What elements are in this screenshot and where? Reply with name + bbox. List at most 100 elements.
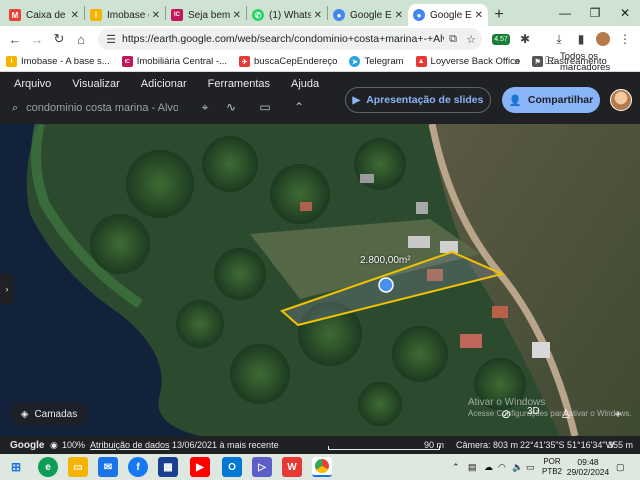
tab-google-earth[interactable]: ● Google Ea ✕ (328, 4, 408, 26)
close-icon[interactable]: ✕ (395, 10, 403, 21)
store-icon[interactable]: ▦ (158, 457, 178, 477)
ruler-icon[interactable]: ▭ (256, 98, 274, 116)
3d-toggle[interactable]: 3D (527, 406, 540, 417)
notifications-icon[interactable]: ▢ (616, 454, 625, 480)
profile-avatar[interactable] (592, 28, 614, 50)
restore-icon[interactable]: ❐ (580, 0, 610, 26)
expand-panel-icon[interactable]: › (0, 274, 14, 304)
browser-menu-icon[interactable]: ⋮ (614, 28, 636, 50)
tab-label: Google Ea (430, 9, 472, 21)
area-measurement-label: 2.800,00m² (360, 255, 411, 266)
bookmark-star-icon[interactable]: ☆ (462, 30, 480, 48)
install-app-icon[interactable]: ⧉ (444, 30, 462, 48)
path-tool-icon[interactable]: ∿ (222, 98, 240, 116)
all-bookmarks-button[interactable]: 🗀 Todos os marcadores (545, 51, 640, 73)
back-arrow-icon[interactable]: ← (4, 28, 26, 50)
google-logo: Google (10, 439, 45, 451)
forward-arrow-icon[interactable]: → (26, 28, 48, 50)
url-text: https://earth.google.com/web/search/cond… (122, 33, 444, 45)
reload-icon[interactable]: ↻ (48, 28, 70, 50)
globe-icon: ◉ (50, 439, 58, 450)
zoom-in-icon[interactable]: + (608, 404, 628, 424)
bookmarks-more-icon[interactable]: » (514, 52, 520, 72)
network-icon[interactable]: ▤ (468, 454, 477, 480)
tray-chevron-icon[interactable]: ⌃ (452, 454, 460, 480)
volume-icon[interactable]: 🔈 (512, 454, 523, 480)
download-icon[interactable]: ⤓ (548, 28, 570, 50)
extensions-icon[interactable]: ✱ (514, 28, 536, 50)
address-bar[interactable]: ☰ https://earth.google.com/web/search/co… (98, 28, 482, 50)
tab-label: Imobase o (107, 9, 149, 21)
window-close-icon[interactable]: ✕ (610, 0, 640, 26)
bookmarks-bar: i Imobase - A base s... IC Imobiliária C… (0, 51, 640, 73)
edge-icon[interactable]: e (38, 457, 58, 477)
map-view[interactable]: 2.800,00m² › ◈ Camadas Ativar o Windows … (0, 124, 640, 436)
file-explorer-icon[interactable]: ▭ (68, 457, 88, 477)
slideshow-button[interactable]: ▶ Apresentação de slides (345, 87, 491, 113)
location-pin-icon[interactable]: ⌖ (196, 98, 214, 116)
close-icon[interactable]: ✕ (475, 10, 483, 21)
menu-visualizar[interactable]: Visualizar (72, 78, 120, 90)
media-player-icon[interactable]: ▷ (252, 457, 272, 477)
bookmark-telegram[interactable]: ➤ Telegram (349, 56, 404, 67)
new-tab-button[interactable]: + (488, 4, 510, 26)
tab-imobase[interactable]: i Imobase o ✕ (85, 4, 165, 26)
scale-label: 90 m (424, 440, 445, 450)
menu-ferramentas[interactable]: Ferramentas (208, 78, 270, 90)
tab-label: Seja bem (188, 9, 230, 21)
extension-badge-icon[interactable]: 4.57 (490, 28, 512, 50)
tab-gmail[interactable]: M Caixa de e ✕ (4, 4, 84, 26)
bookmark-busca-cep[interactable]: ✈ buscaCepEndereço (239, 56, 337, 67)
menu-adicionar[interactable]: Adicionar (141, 78, 187, 90)
tab-imobiliaria[interactable]: IC Seja bem ✕ (166, 4, 246, 26)
youtube-icon[interactable]: ▶ (190, 457, 210, 477)
minimize-icon[interactable]: — (550, 0, 580, 26)
tab-label: (1) Whatsa (269, 9, 311, 21)
wifi-icon[interactable]: ◠ (498, 454, 506, 480)
tab-whatsapp[interactable]: ✆ (1) Whatsa ✕ (247, 4, 327, 26)
cloud-icon[interactable]: ☁ (484, 454, 493, 480)
busca-cep-icon: ✈ (239, 56, 250, 67)
location-marker (378, 277, 394, 293)
close-icon[interactable]: ✕ (152, 10, 160, 21)
pegman-icon[interactable]: ♙ (556, 404, 576, 424)
earth-menu-bar: Arquivo Visualizar Adicionar Ferramentas… (14, 78, 340, 90)
close-icon[interactable]: ✕ (314, 10, 322, 21)
close-icon[interactable]: ✕ (71, 10, 79, 21)
battery-icon[interactable]: ▭ (526, 454, 535, 480)
satellite-imagery (0, 124, 640, 436)
data-attribution-link[interactable]: Atribuição de dados (90, 440, 170, 450)
close-icon[interactable]: ✕ (233, 10, 241, 21)
telegram-icon: ➤ (349, 56, 361, 67)
menu-ajuda[interactable]: Ajuda (291, 78, 319, 90)
bookmark-loyverse[interactable]: ▲ Loyverse Back Office (415, 56, 520, 67)
layers-button[interactable]: ◈ Camadas (10, 402, 88, 426)
browser-toolbar: ← → ↻ ⌂ ☰ https://earth.google.com/web/s… (0, 26, 640, 52)
chevron-up-icon[interactable]: ⌃ (290, 98, 308, 116)
menu-arquivo[interactable]: Arquivo (14, 78, 51, 90)
bookmark-imobiliaria-central[interactable]: IC Imobiliária Central -... (121, 56, 227, 67)
bookmark-imobase[interactable]: i Imobase - A base s... (6, 56, 110, 67)
mail-icon[interactable]: ✉ (98, 457, 118, 477)
tab-google-earth-active[interactable]: ● Google Ea ✕ (408, 4, 488, 26)
elevation: 355 m (608, 440, 634, 450)
windows-start-icon[interactable]: ⊞ (6, 457, 26, 477)
facebook-icon[interactable]: f (128, 457, 148, 477)
search-input[interactable]: condominio costa marina - Alvora (26, 102, 178, 114)
home-icon[interactable]: ⌂ (70, 28, 92, 50)
site-settings-icon[interactable]: ☰ (104, 32, 118, 46)
outlook-icon[interactable]: O (222, 457, 242, 477)
share-button[interactable]: 👤 Compartilhar (502, 87, 600, 113)
search-icon: ⌕ (12, 101, 19, 114)
side-panel-icon[interactable]: ▮ (570, 28, 592, 50)
earth-avatar[interactable] (610, 89, 632, 111)
system-clock[interactable]: 09:48 29/02/2024 (566, 457, 610, 477)
loyverse-icon: ▲ (415, 56, 427, 67)
coordinates: 22°41'35"S 51°16'34"W (520, 440, 615, 450)
office-icon[interactable]: W (282, 457, 302, 477)
chrome-icon[interactable] (312, 457, 332, 477)
rastreamento-icon: ⚑ (532, 56, 544, 67)
input-language[interactable]: POR PTB2 (540, 457, 564, 477)
camera-altitude: Câmera: 803 m (456, 440, 519, 450)
compass-icon[interactable]: ⊘ (496, 404, 516, 424)
